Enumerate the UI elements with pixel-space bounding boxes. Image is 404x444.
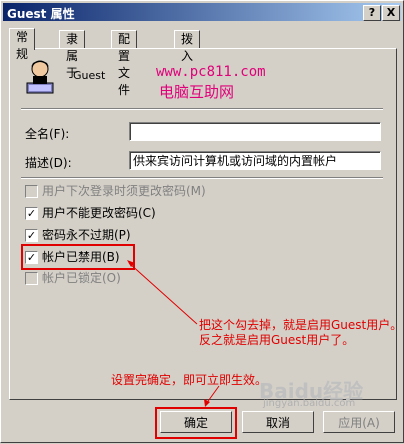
cancel-button[interactable]: 取消 <box>242 411 314 433</box>
properties-window: Guest 属性 ? X 常规 隶属于 配置文件 拨入 Guest www.pc… <box>0 0 404 443</box>
apply-button[interactable]: 应用(A) <box>323 411 395 433</box>
watermark-url: jingyan.baidu.com <box>263 398 356 409</box>
annotation-apply-note: 设置完确定，即可立即生效。 <box>111 373 268 387</box>
tab-general[interactable]: 常规 <box>9 28 36 61</box>
annotation-reverse-note: 反之就是启用Guest用户了。 <box>199 333 355 347</box>
ok-highlight-box <box>155 407 237 439</box>
